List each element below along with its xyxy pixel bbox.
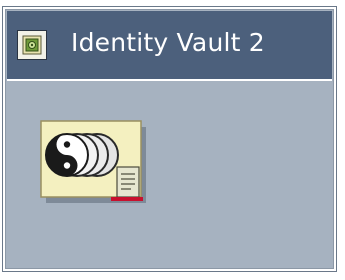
vault-small-icon[interactable] <box>17 30 47 60</box>
panel-content <box>7 83 332 267</box>
identity-vault-panel: Identity Vault 2 <box>3 7 336 271</box>
panel-title: Identity Vault 2 <box>71 28 265 57</box>
identity-vault-icon[interactable] <box>33 113 159 213</box>
panel-titlebar: Identity Vault 2 <box>7 11 332 81</box>
